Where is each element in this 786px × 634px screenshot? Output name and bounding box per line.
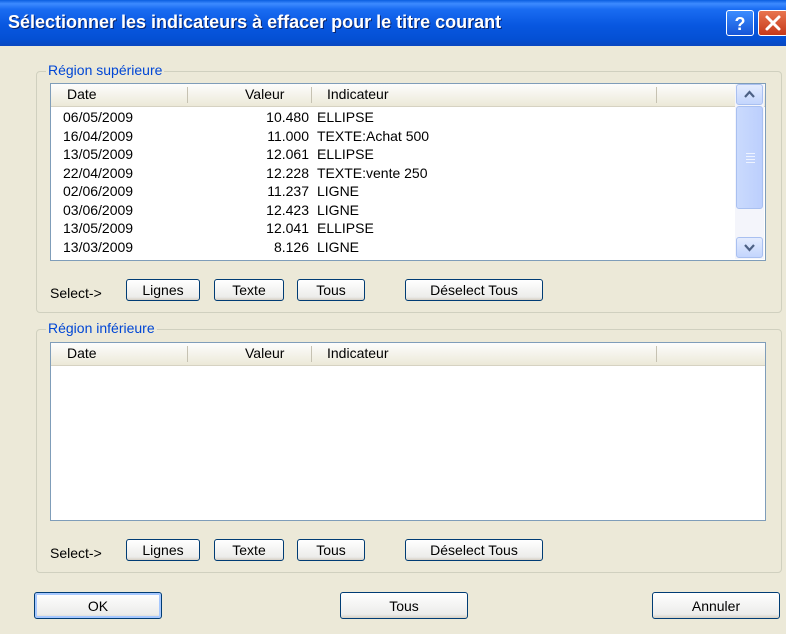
- lower-list-header: Date Valeur Indicateur: [51, 343, 765, 366]
- lower-deselect-all-button[interactable]: Déselect Tous: [405, 539, 543, 561]
- table-row[interactable]: 02/06/2009 11.237 LIGNE: [51, 182, 731, 201]
- cell-indicator: LIGNE: [317, 238, 360, 255]
- cell-indicator: LIGNE: [317, 183, 360, 199]
- header-date[interactable]: Date: [67, 343, 97, 364]
- cell-value: 11.000: [267, 127, 309, 144]
- lower-select-lines-button[interactable]: Lignes: [126, 539, 200, 561]
- help-button[interactable]: ?: [726, 10, 754, 36]
- header-divider[interactable]: [187, 346, 188, 362]
- cell-value: 8.126: [273, 238, 309, 255]
- question-mark-icon: ?: [735, 14, 746, 34]
- header-indicator[interactable]: Indicateur: [327, 84, 388, 105]
- cancel-button[interactable]: Annuler: [652, 592, 780, 619]
- upper-indicator-list[interactable]: Date Valeur Indicateur 06/05/2009 10.480 E…: [50, 83, 766, 261]
- cell-value: 12.041: [266, 220, 309, 236]
- scroll-thumb[interactable]: [736, 106, 763, 209]
- header-divider[interactable]: [656, 346, 657, 362]
- table-row[interactable]: 03/06/2009 12.423 LIGNE: [51, 201, 731, 220]
- cell-date: 02/06/2009: [63, 183, 134, 199]
- ok-button[interactable]: OK: [34, 592, 162, 619]
- upper-list-rows: 06/05/2009 10.480 ELLIPSE 16/04/2009 11.000…: [51, 108, 731, 256]
- cell-indicator: ELLIPSE: [317, 220, 374, 236]
- scroll-down-button[interactable]: [736, 237, 763, 258]
- table-row[interactable]: 16/04/2009 11.000 TEXTE:Achat 500: [51, 127, 731, 146]
- lower-select-all-button[interactable]: Tous: [297, 539, 365, 561]
- cell-date: 06/05/2009: [63, 109, 134, 125]
- cell-date: 03/06/2009: [63, 201, 134, 218]
- lower-indicator-list[interactable]: Date Valeur Indicateur: [50, 342, 766, 521]
- table-row[interactable]: 06/05/2009 10.480 ELLIPSE: [51, 108, 731, 127]
- table-row[interactable]: 22/04/2009 12.228 TEXTE:vente 250: [51, 164, 731, 183]
- lower-region-legend: Région inférieure: [46, 320, 157, 336]
- lower-select-label: Select->: [50, 545, 102, 561]
- upper-select-lines-button[interactable]: Lignes: [126, 279, 200, 301]
- close-icon: [765, 15, 781, 31]
- upper-select-all-button[interactable]: Tous: [297, 279, 365, 301]
- header-value[interactable]: Valeur: [245, 343, 284, 364]
- header-divider[interactable]: [311, 87, 312, 103]
- dialog-window: Sélectionner les indicateurs à effacer p…: [0, 0, 786, 634]
- header-divider[interactable]: [311, 346, 312, 362]
- upper-select-text-button[interactable]: Texte: [214, 279, 284, 301]
- cell-value: 12.423: [266, 201, 309, 218]
- header-indicator[interactable]: Indicateur: [327, 343, 388, 364]
- cell-date: 16/04/2009: [63, 127, 134, 144]
- cell-date: 13/05/2009: [63, 146, 134, 162]
- cell-date: 13/03/2009: [63, 238, 134, 255]
- chevron-down-icon: [744, 244, 755, 252]
- cell-value: 11.237: [267, 183, 309, 199]
- cell-indicator: LIGNE: [317, 201, 360, 218]
- table-row[interactable]: 13/05/2009 12.041 ELLIPSE: [51, 219, 731, 238]
- lower-select-text-button[interactable]: Texte: [214, 539, 284, 561]
- upper-region-legend: Région supérieure: [46, 62, 165, 78]
- scroll-up-button[interactable]: [736, 84, 763, 105]
- cell-indicator: TEXTE:vente 250: [317, 164, 428, 181]
- header-date[interactable]: Date: [67, 84, 97, 105]
- table-row[interactable]: 13/05/2009 12.061 ELLIPSE: [51, 145, 731, 164]
- close-button[interactable]: [758, 10, 786, 36]
- help-glyph: ?: [735, 14, 746, 34]
- window-title: Sélectionner les indicateurs à effacer p…: [8, 12, 502, 32]
- select-all-button[interactable]: Tous: [340, 592, 468, 619]
- title-bar[interactable]: Sélectionner les indicateurs à effacer p…: [0, 0, 786, 46]
- upper-select-label: Select->: [50, 285, 102, 301]
- cell-date: 13/05/2009: [63, 220, 134, 236]
- upper-deselect-all-button[interactable]: Déselect Tous: [405, 279, 543, 301]
- cell-indicator: TEXTE:Achat 500: [317, 127, 430, 144]
- cell-value: 10.480: [266, 109, 309, 125]
- header-divider[interactable]: [656, 87, 657, 103]
- cell-indicator: ELLIPSE: [317, 109, 374, 125]
- chevron-up-icon: [744, 90, 755, 98]
- header-value[interactable]: Valeur: [245, 84, 284, 105]
- upper-list-header: Date Valeur Indicateur: [51, 84, 765, 107]
- cell-value: 12.228: [266, 164, 309, 181]
- cell-value: 12.061: [266, 146, 309, 162]
- table-row[interactable]: 13/03/2009 8.126 LIGNE: [51, 238, 731, 257]
- cell-date: 22/04/2009: [63, 164, 134, 181]
- cell-indicator: ELLIPSE: [317, 146, 374, 162]
- header-divider[interactable]: [187, 87, 188, 103]
- vertical-scrollbar[interactable]: [735, 84, 764, 259]
